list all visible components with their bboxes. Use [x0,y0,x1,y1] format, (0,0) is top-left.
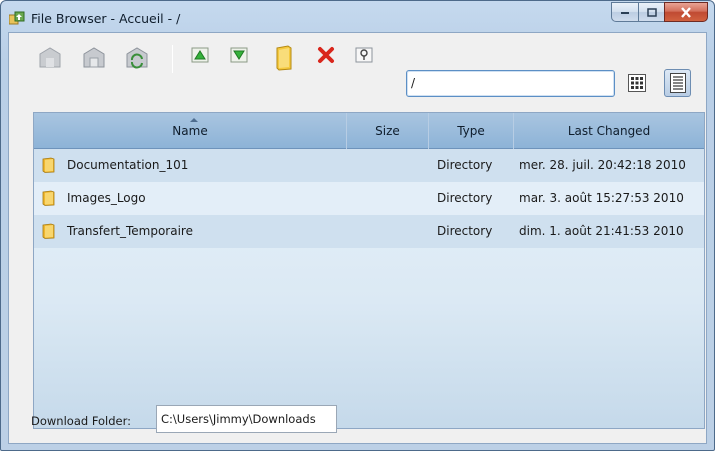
refresh-button[interactable] [124,45,150,71]
home-button[interactable] [81,45,107,71]
close-button[interactable] [664,2,708,22]
home-disabled-button[interactable] [37,45,63,71]
folder-icon [42,190,55,206]
minimize-icon [621,12,629,14]
delete-button[interactable] [316,45,336,65]
rename-icon [355,47,373,63]
row-last-changed: mer. 28. juil. 20:42:18 2010 [519,158,686,172]
new-folder-button[interactable] [274,45,294,71]
row-last-changed: mar. 3. août 15:27:53 2010 [519,191,684,205]
new-folder-icon [276,45,292,71]
column-header-type[interactable]: Type [429,113,514,149]
icon-view-button[interactable] [623,69,650,97]
list-view-icon [669,73,686,93]
download-folder-field[interactable]: C:\Users\Jimmy\Downloads [156,405,337,433]
row-type: Directory [437,224,493,238]
folder-icon [42,223,55,239]
table-row[interactable]: Documentation_101 Directory mer. 28. jui… [34,149,704,182]
home-icon [83,47,105,68]
client-area: / Name Size Type Last Changed Documentat… [8,32,707,444]
column-header-name[interactable]: Name [34,113,347,149]
file-browser-window: File Browser - Accueil - / / Name Size T… [0,0,715,451]
minimize-button[interactable] [611,2,638,22]
table-row[interactable]: Images_Logo Directory mar. 3. août 15:27… [34,182,704,215]
table-row[interactable]: Transfert_Temporaire Directory dim. 1. a… [34,215,704,248]
move-up-button[interactable] [190,45,210,65]
app-icon [9,11,25,25]
grid-view-icon [627,74,646,92]
file-table: Name Size Type Last Changed Documentatio… [33,112,705,429]
column-header-last-changed[interactable]: Last Changed [514,113,704,149]
maximize-button[interactable] [638,2,664,22]
download-folder-label: Download Folder: [31,414,132,428]
row-type: Directory [437,191,493,205]
row-last-changed: dim. 1. août 21:41:53 2010 [519,224,684,238]
arrow-down-icon [230,47,248,63]
row-name: Documentation_101 [67,158,189,172]
sort-ascending-icon [190,118,198,122]
row-type: Directory [437,158,493,172]
maximize-icon [646,7,657,17]
rename-button[interactable] [354,45,374,65]
toolbar-separator [172,45,173,73]
row-name: Images_Logo [67,191,146,205]
details-view-button[interactable] [664,69,691,97]
delete-icon [318,47,334,63]
home-disabled-icon [39,47,61,68]
title-bar[interactable]: File Browser - Accueil - / [1,1,714,31]
table-header: Name Size Type Last Changed [34,113,704,149]
path-input[interactable]: / [406,70,615,97]
window-title: File Browser - Accueil - / [31,11,181,26]
refresh-icon [126,47,148,69]
arrow-up-icon [191,47,209,63]
column-header-size[interactable]: Size [347,113,429,149]
move-down-button[interactable] [229,45,249,65]
folder-icon [42,157,55,173]
row-name: Transfert_Temporaire [67,224,193,238]
close-icon [681,6,691,18]
window-controls [611,2,708,22]
